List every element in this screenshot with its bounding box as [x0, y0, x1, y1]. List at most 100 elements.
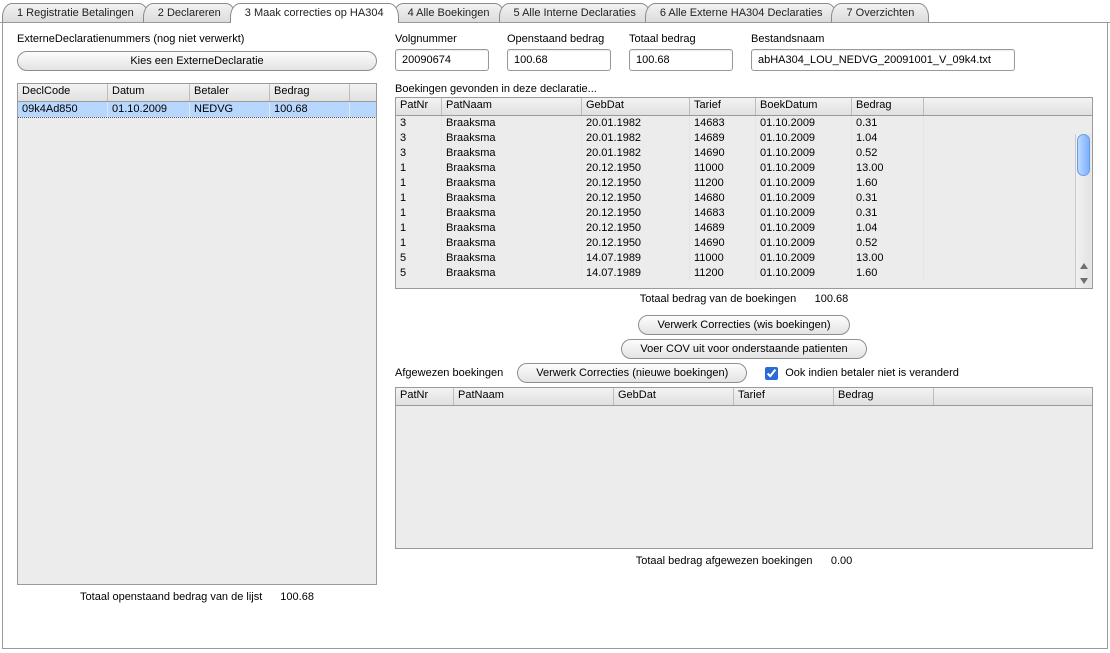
- boek-cell: 11000: [690, 251, 756, 266]
- boek-cell: 20.01.1982: [582, 131, 690, 146]
- boekingen-scrollbar[interactable]: [1075, 134, 1091, 288]
- boekingen-footer-label: Totaal bedrag van de boekingen: [640, 293, 797, 305]
- bestandsnaam-label: Bestandsnaam: [751, 33, 1093, 45]
- boek-cell: 0.31: [852, 191, 924, 206]
- boek-row[interactable]: 5Braaksma14.07.19891100001.10.200913.00: [396, 251, 1077, 266]
- boek-cell: Braaksma: [442, 161, 582, 176]
- tab-bar: 1 Registratie Betalingen 2 Declareren 3 …: [0, 0, 1110, 23]
- boek-row[interactable]: 1Braaksma20.12.19501468301.10.20090.31: [396, 206, 1077, 221]
- boek-cell: 1: [396, 191, 442, 206]
- boek-row[interactable]: 1Braaksma20.12.19501469001.10.20090.52: [396, 236, 1077, 251]
- externe-decl-label: ExterneDeclaratienummers (nog niet verwe…: [17, 33, 377, 45]
- volgnummer-input[interactable]: [395, 49, 489, 71]
- boek-cell: 1: [396, 176, 442, 191]
- scroll-down-icon[interactable]: [1076, 273, 1091, 288]
- boek-cell: 5: [396, 266, 442, 281]
- scrollbar-thumb[interactable]: [1077, 134, 1090, 176]
- boek-cell: 01.10.2009: [756, 191, 852, 206]
- boek-cell: 11000: [690, 161, 756, 176]
- boek-cell: 0.52: [852, 146, 924, 161]
- decl-row[interactable]: 09k4Ad850 01.10.2009 NEDVG 100.68: [18, 102, 376, 117]
- boek-cell: 1: [396, 221, 442, 236]
- decl-footer-label: Totaal openstaand bedrag van de lijst: [80, 591, 262, 603]
- boek-header-patnr[interactable]: PatNr: [396, 98, 442, 115]
- boek-row[interactable]: 3Braaksma20.01.19821468901.10.20091.04: [396, 131, 1077, 146]
- boekingen-table[interactable]: PatNr PatNaam GebDat Tarief BoekDatum Be…: [395, 97, 1093, 289]
- boek-cell: Braaksma: [442, 176, 582, 191]
- totaal-label: Totaal bedrag: [629, 33, 733, 45]
- boek-header-boekdat[interactable]: BoekDatum: [756, 98, 852, 115]
- boek-header-gebdat[interactable]: GebDat: [582, 98, 690, 115]
- boek-cell: 01.10.2009: [756, 161, 852, 176]
- afg-header-bedrag[interactable]: Bedrag: [834, 388, 934, 405]
- boek-cell: Braaksma: [442, 266, 582, 281]
- afgewezen-table[interactable]: PatNr PatNaam GebDat Tarief Bedrag: [395, 387, 1093, 549]
- boek-row[interactable]: 1Braaksma20.12.19501100001.10.200913.00: [396, 161, 1077, 176]
- verwerk-wis-button[interactable]: Verwerk Correcties (wis boekingen): [638, 315, 849, 335]
- totaal-input[interactable]: [629, 49, 733, 71]
- boek-cell: Braaksma: [442, 146, 582, 161]
- boek-cell: 14690: [690, 146, 756, 161]
- tab-alle-boekingen[interactable]: 4 Alle Boekingen: [393, 3, 505, 22]
- boek-row[interactable]: 1Braaksma20.12.19501468901.10.20091.04: [396, 221, 1077, 236]
- openstaand-input[interactable]: [507, 49, 611, 71]
- boek-cell: Braaksma: [442, 116, 582, 131]
- ook-indien-checkbox[interactable]: Ook indien betaler niet is veranderd: [761, 364, 959, 383]
- decl-header-declcode[interactable]: DeclCode: [18, 84, 108, 101]
- boek-header-patnaam[interactable]: PatNaam: [442, 98, 582, 115]
- decl-header-betaler[interactable]: Betaler: [190, 84, 270, 101]
- boek-cell: 20.12.1950: [582, 206, 690, 221]
- boek-header-bedrag[interactable]: Bedrag: [852, 98, 924, 115]
- boek-cell: Braaksma: [442, 236, 582, 251]
- boek-header-tarief[interactable]: Tarief: [690, 98, 756, 115]
- decl-cell-bedrag: 100.68: [270, 102, 350, 117]
- boek-row[interactable]: 3Braaksma20.01.19821469001.10.20090.52: [396, 146, 1077, 161]
- boek-cell: 14680: [690, 191, 756, 206]
- bestandsnaam-input[interactable]: [751, 49, 1015, 71]
- boek-cell: 01.10.2009: [756, 236, 852, 251]
- volgnummer-label: Volgnummer: [395, 33, 489, 45]
- boek-row[interactable]: 1Braaksma20.12.19501468001.10.20090.31: [396, 191, 1077, 206]
- scroll-up-icon[interactable]: [1076, 258, 1091, 273]
- decl-footer-value: 100.68: [280, 591, 314, 603]
- openstaand-label: Openstaand bedrag: [507, 33, 611, 45]
- afg-header-patnr[interactable]: PatNr: [396, 388, 454, 405]
- boek-cell: 20.12.1950: [582, 221, 690, 236]
- tab-overzichten[interactable]: 7 Overzichten: [831, 3, 929, 22]
- afg-header-gebdat[interactable]: GebDat: [614, 388, 734, 405]
- tab-declareren[interactable]: 2 Declareren: [143, 3, 236, 22]
- voer-cov-button[interactable]: Voer COV uit voor onderstaande patienten: [621, 339, 866, 359]
- decl-cell-datum: 01.10.2009: [108, 102, 190, 117]
- decl-header-datum[interactable]: Datum: [108, 84, 190, 101]
- boek-cell: Braaksma: [442, 251, 582, 266]
- boek-cell: 11200: [690, 266, 756, 281]
- ook-indien-checkbox-input[interactable]: [765, 367, 778, 380]
- boek-cell: 01.10.2009: [756, 206, 852, 221]
- decl-table[interactable]: DeclCode Datum Betaler Bedrag 09k4Ad850 …: [17, 83, 377, 585]
- choose-externe-decl-button[interactable]: Kies een ExterneDeclaratie: [17, 51, 377, 71]
- boek-cell: 14683: [690, 116, 756, 131]
- afg-header-tarief[interactable]: Tarief: [734, 388, 834, 405]
- verwerk-nieuw-button[interactable]: Verwerk Correcties (nieuwe boekingen): [517, 363, 747, 383]
- boek-row[interactable]: 3Braaksma20.01.19821468301.10.20090.31: [396, 116, 1077, 131]
- tab-registratie-betalingen[interactable]: 1 Registratie Betalingen: [2, 3, 149, 22]
- tab-maak-correcties[interactable]: 3 Maak correcties op HA304: [230, 3, 399, 23]
- boek-cell: 3: [396, 146, 442, 161]
- boek-cell: Braaksma: [442, 206, 582, 221]
- boek-cell: 14690: [690, 236, 756, 251]
- boek-cell: 3: [396, 131, 442, 146]
- boek-cell: 14689: [690, 131, 756, 146]
- boek-cell: 01.10.2009: [756, 266, 852, 281]
- boek-cell: 1.04: [852, 221, 924, 236]
- tab-alle-externe-ha304[interactable]: 6 Alle Externe HA304 Declaraties: [645, 3, 838, 22]
- boek-cell: 5: [396, 251, 442, 266]
- tab-alle-interne-decl[interactable]: 5 Alle Interne Declaraties: [499, 3, 651, 22]
- afg-header-patnaam[interactable]: PatNaam: [454, 388, 614, 405]
- afgewezen-caption: Afgewezen boekingen: [395, 367, 503, 379]
- boek-row[interactable]: 5Braaksma14.07.19891120001.10.20091.60: [396, 266, 1077, 281]
- boek-cell: 1.04: [852, 131, 924, 146]
- boek-cell: 0.31: [852, 206, 924, 221]
- boek-row[interactable]: 1Braaksma20.12.19501120001.10.20091.60: [396, 176, 1077, 191]
- boek-cell: 01.10.2009: [756, 176, 852, 191]
- decl-header-bedrag[interactable]: Bedrag: [270, 84, 350, 101]
